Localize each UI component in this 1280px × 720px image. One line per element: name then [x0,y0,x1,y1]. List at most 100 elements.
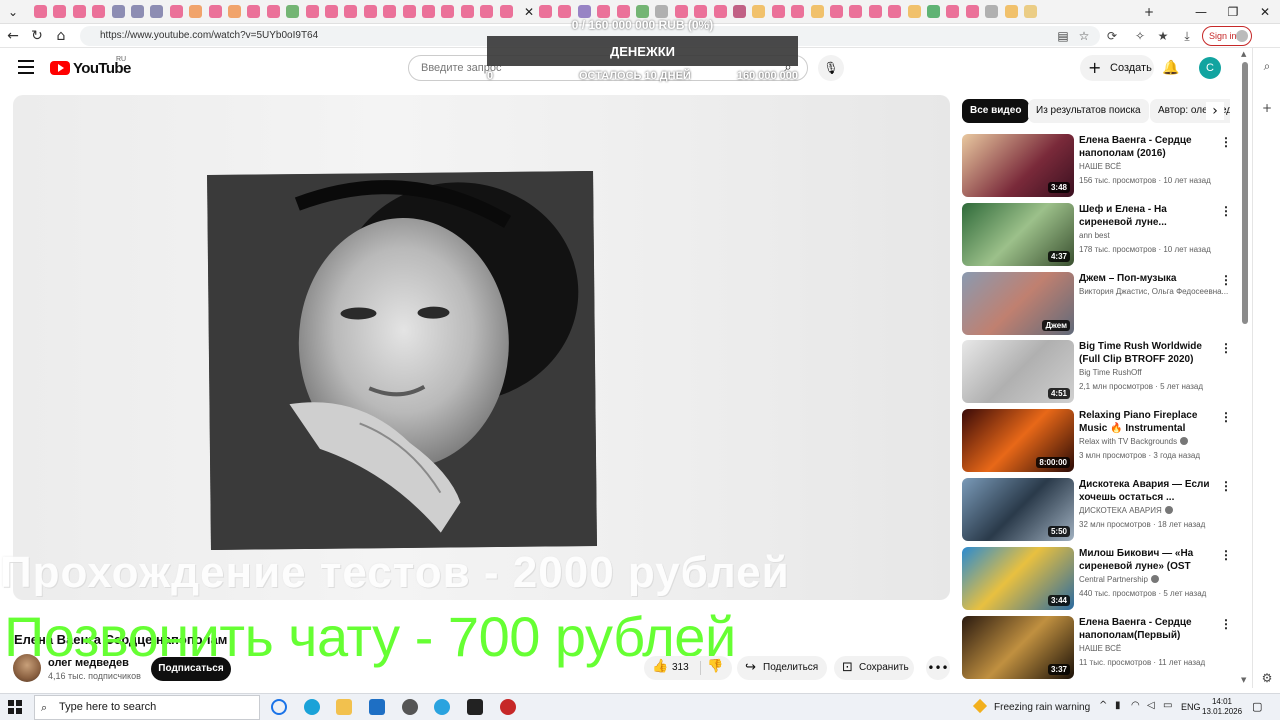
recommended-video-channel[interactable]: НАШЕ ВСЁ [1079,644,1229,653]
kebab-menu-icon[interactable]: ⋮ [1220,549,1232,561]
browser-tab[interactable] [325,5,338,18]
browser-tab[interactable] [266,5,280,18]
video-thumbnail[interactable]: 8:00:00 [962,409,1074,473]
video-player[interactable] [13,95,950,600]
browser-tab[interactable] [907,5,921,18]
browser-tab[interactable] [169,5,183,18]
browser-tab[interactable] [208,5,222,18]
weather-widget[interactable]: Freezing rain warning [972,698,1090,714]
tab-menu-icon[interactable]: ⌄ [2,3,24,21]
favorites-icon[interactable]: ★ [1155,28,1171,44]
browser-tab[interactable] [985,5,999,18]
recommended-video-channel[interactable]: Big Time RushOff [1079,368,1229,377]
browser-tab[interactable] [830,5,843,18]
volume-icon[interactable]: ◁ [1147,700,1155,711]
browser-tab[interactable] [480,5,494,18]
new-tab-icon[interactable]: + [1138,3,1160,21]
recommended-video[interactable]: Джем Джем – Поп-музыка Виктория Джастис, О… [962,271,1234,336]
chevron-right-icon[interactable]: › [1206,102,1224,120]
browser-tab[interactable] [441,5,455,18]
language-indicator[interactable]: ENG [1181,702,1201,712]
extensions-icon[interactable]: ✧ [1132,28,1148,44]
browser-tab[interactable] [383,5,397,18]
kebab-menu-icon[interactable]: ⋮ [1220,205,1232,217]
notifications-bell-icon[interactable]: 🔔 [1160,57,1182,79]
kebab-menu-icon[interactable]: ⋮ [1220,480,1232,492]
browser-tab[interactable] [752,5,766,18]
kebab-menu-icon[interactable]: ⋮ [1220,274,1232,286]
video-thumbnail[interactable]: 4:37 [962,202,1074,266]
browser-tab[interactable] [771,5,785,18]
browser-tab[interactable] [888,5,902,18]
maximize-icon[interactable]: ❐ [1222,3,1244,21]
recommended-video-channel[interactable]: Relax with TV Backgrounds [1079,437,1229,446]
dislike-icon[interactable]: 👎 [707,659,723,674]
minimize-icon[interactable]: — [1190,3,1212,21]
browser-tab[interactable] [694,5,708,18]
browser-tab[interactable] [363,5,377,18]
obs-icon[interactable] [467,699,483,715]
recommended-video-title[interactable]: Милош Бикович — «На сиреневой луне» (OST… [1079,547,1215,573]
save-button[interactable]: ⊡ Сохранить [834,656,914,680]
recommended-video-title[interactable]: Relaxing Piano Fireplace Music 🔥 Instrum… [1079,409,1215,435]
browser-tab[interactable] [228,5,241,18]
browser-tab[interactable] [946,5,960,18]
wifi-icon[interactable]: ◠ [1131,700,1140,711]
mic-tray-icon[interactable]: ▮ [1115,700,1121,711]
recommended-video-channel[interactable]: ДИСКОТЕКА АВАРИЯ [1079,506,1229,515]
recommended-video-channel[interactable]: НАШЕ ВСЁ [1079,162,1229,171]
browser-tab[interactable] [791,5,805,18]
recommended-video[interactable]: 3:48 Елена Ваенга - Сердце напополам (201… [962,134,1234,198]
clock[interactable]: 14:01 13.01.2026 [1202,697,1242,717]
video-thumbnail[interactable]: 3:44 [962,546,1074,610]
recommended-video-channel[interactable]: ann best [1079,231,1229,240]
outlook-icon[interactable] [369,699,385,715]
browser-tab[interactable] [849,5,863,18]
scroll-thumb[interactable] [1242,62,1248,324]
tray-chevron-icon[interactable]: ^ [1099,700,1107,711]
browser-tab[interactable] [460,5,474,18]
search-sidebar-icon[interactable]: ⌕ [1259,58,1275,74]
recommended-video[interactable]: 8:00:00 Relaxing Piano Fireplace Music 🔥 … [962,409,1234,473]
reader-icon[interactable]: ▤ [1055,28,1071,44]
favorite-star-icon[interactable]: ☆ [1076,28,1092,44]
browser-tab[interactable] [927,5,940,18]
scroll-down-icon[interactable]: ▼ [1241,676,1246,684]
recommended-video[interactable]: 5:50 Дискотека Авария — Если хочешь остат… [962,478,1234,542]
windows-start-icon[interactable] [8,700,22,714]
browser-tab[interactable] [72,5,86,18]
downloads-icon[interactable]: ⤓ [1179,28,1195,44]
browser-tab[interactable] [305,5,319,18]
browser-tab[interactable] [286,5,300,18]
taskbar-search-input[interactable]: ⌕ Type here to search [34,695,260,720]
scroll-up-icon[interactable]: ▲ [1241,50,1246,58]
recommended-video-channel[interactable]: Виктория Джастис, Ольга Федосеевна... [1079,287,1229,296]
signin-button[interactable]: Sign in [1202,26,1252,46]
browser-tab[interactable] [111,5,125,18]
video-thumbnail[interactable]: 3:48 [962,134,1074,197]
settings-gear-icon[interactable]: ⚙ [1259,670,1275,686]
browser-tab[interactable] [402,5,416,18]
browser-tab[interactable] [1004,5,1018,18]
video-thumbnail[interactable]: Джем [962,271,1074,335]
refresh-extension-icon[interactable]: ⟳ [1104,28,1120,44]
browser-tab[interactable] [34,5,47,18]
menu-icon[interactable] [18,60,34,74]
microphone-icon[interactable]: 🎙 [818,55,844,81]
browser-tab[interactable] [150,5,164,18]
browser-tab[interactable] [636,5,649,18]
recommended-video-channel[interactable]: Central Partnership [1079,574,1229,584]
browser-tab[interactable] [539,5,552,18]
browser-tab[interactable] [655,5,669,18]
browser-tab[interactable] [92,5,106,18]
recommended-video-title[interactable]: Джем – Поп-музыка [1079,272,1215,285]
browser-tab[interactable] [577,5,591,18]
reload-icon[interactable]: ↻ [28,27,46,45]
browser-tab[interactable] [674,5,688,18]
home-icon[interactable]: ⌂ [52,27,70,45]
browser-tab[interactable] [422,5,435,18]
like-icon[interactable]: 👍 [652,659,668,674]
recommended-video-title[interactable]: Елена Ваенга - Сердце напополам (2016) [1079,134,1215,160]
browser-tab[interactable] [965,5,979,18]
browser-tab[interactable] [810,5,824,18]
